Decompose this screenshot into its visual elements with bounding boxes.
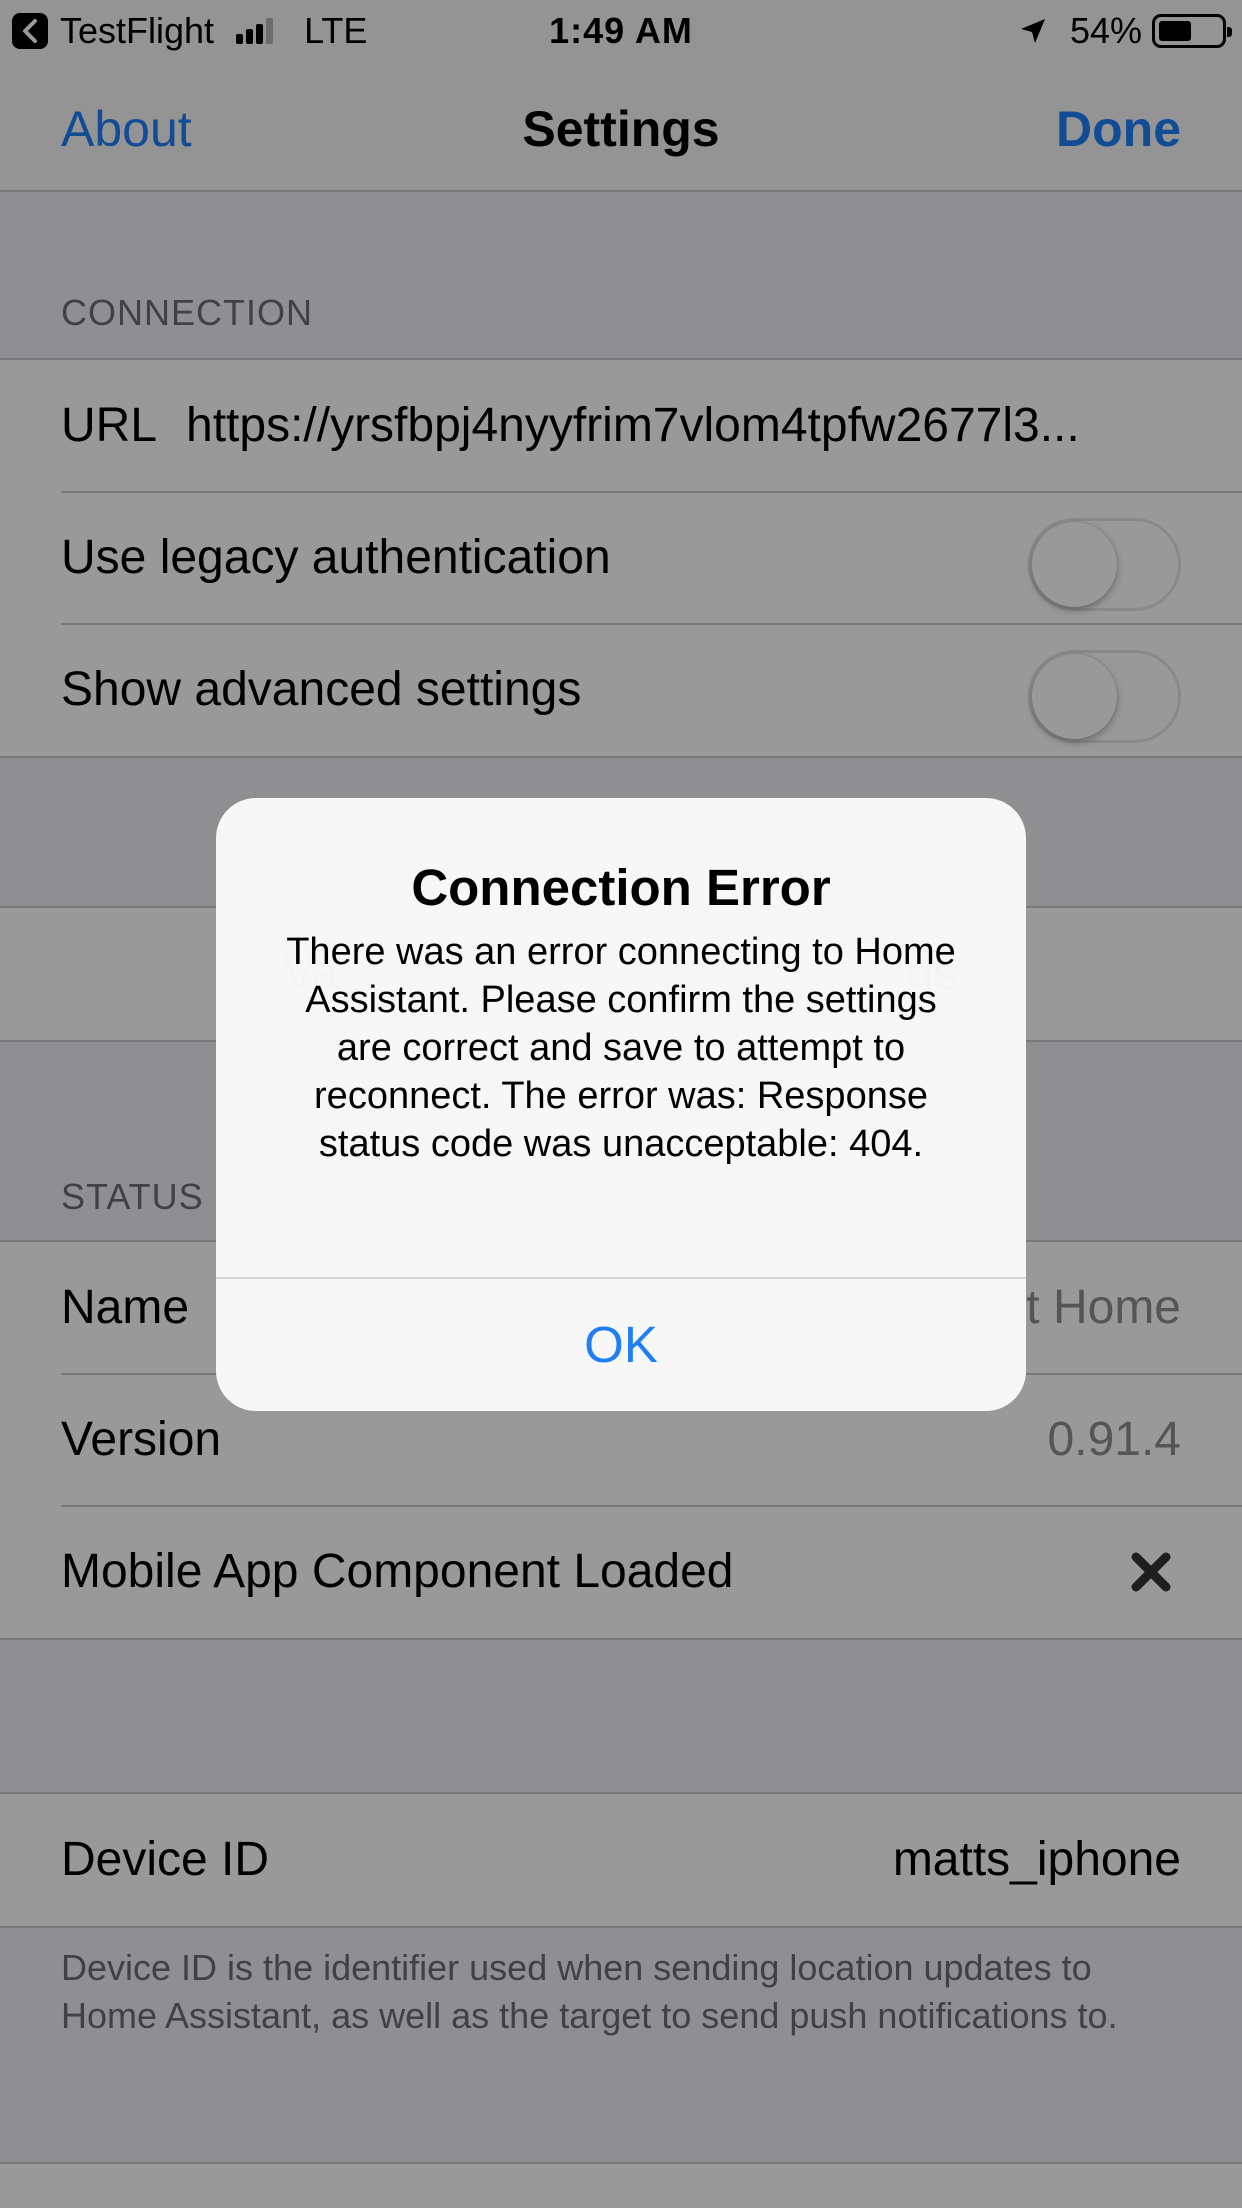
alert-title: Connection Error (411, 859, 831, 916)
alert-message: There was an error connecting to Home As… (286, 931, 956, 1165)
alert-ok-button[interactable]: OK (216, 1279, 1026, 1411)
connection-error-alert: Connection Error There was an error conn… (216, 798, 1026, 1411)
settings-screen: TestFlight LTE 1:49 AM 54% About Setting… (0, 0, 1242, 2208)
